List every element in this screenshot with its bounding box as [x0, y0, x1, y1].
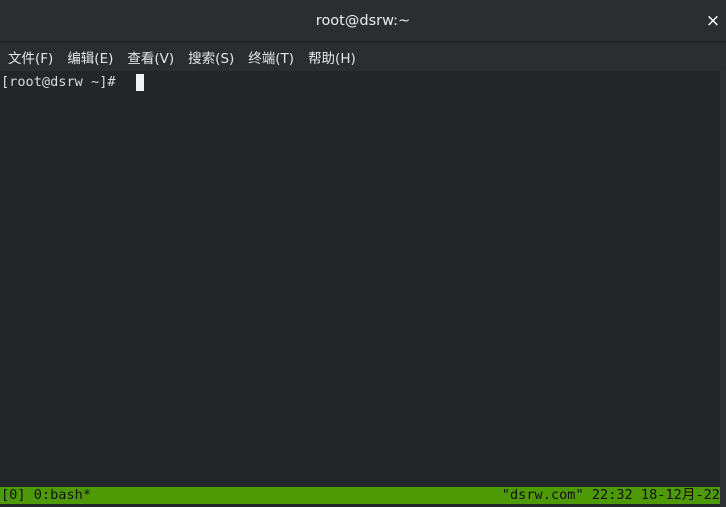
vertical-scrollbar[interactable] — [720, 71, 726, 507]
menu-help[interactable]: 帮助(H) — [302, 47, 364, 67]
status-window-list: [0] 0:bash* — [1, 487, 92, 503]
menu-file[interactable]: 文件(F) — [2, 47, 61, 67]
menu-view[interactable]: 查看(V) — [121, 47, 182, 67]
window-title: root@dsrw:~ — [315, 12, 411, 29]
terminal-output-area[interactable]: [root@dsrw ~]# — [0, 71, 720, 487]
text-cursor — [136, 74, 144, 91]
close-icon[interactable]: × — [704, 11, 722, 31]
tmux-status-bar: [0] 0:bash* "dsrw.com" 22:32 18-12月-22 — [0, 487, 720, 504]
menu-terminal[interactable]: 终端(T) — [242, 47, 302, 67]
title-bar[interactable]: root@dsrw:~ × — [0, 0, 726, 42]
menu-bar: 文件(F) 编辑(E) 查看(V) 搜索(S) 终端(T) 帮助(H) — [0, 43, 726, 71]
menu-search[interactable]: 搜索(S) — [182, 47, 242, 67]
menu-edit[interactable]: 编辑(E) — [61, 47, 121, 67]
terminal-window: root@dsrw:~ × 文件(F) 编辑(E) 查看(V) 搜索(S) 终端… — [0, 0, 726, 507]
shell-prompt: [root@dsrw ~]# — [1, 74, 124, 90]
status-host-time: "dsrw.com" 22:32 18-12月-22 — [501, 487, 720, 503]
